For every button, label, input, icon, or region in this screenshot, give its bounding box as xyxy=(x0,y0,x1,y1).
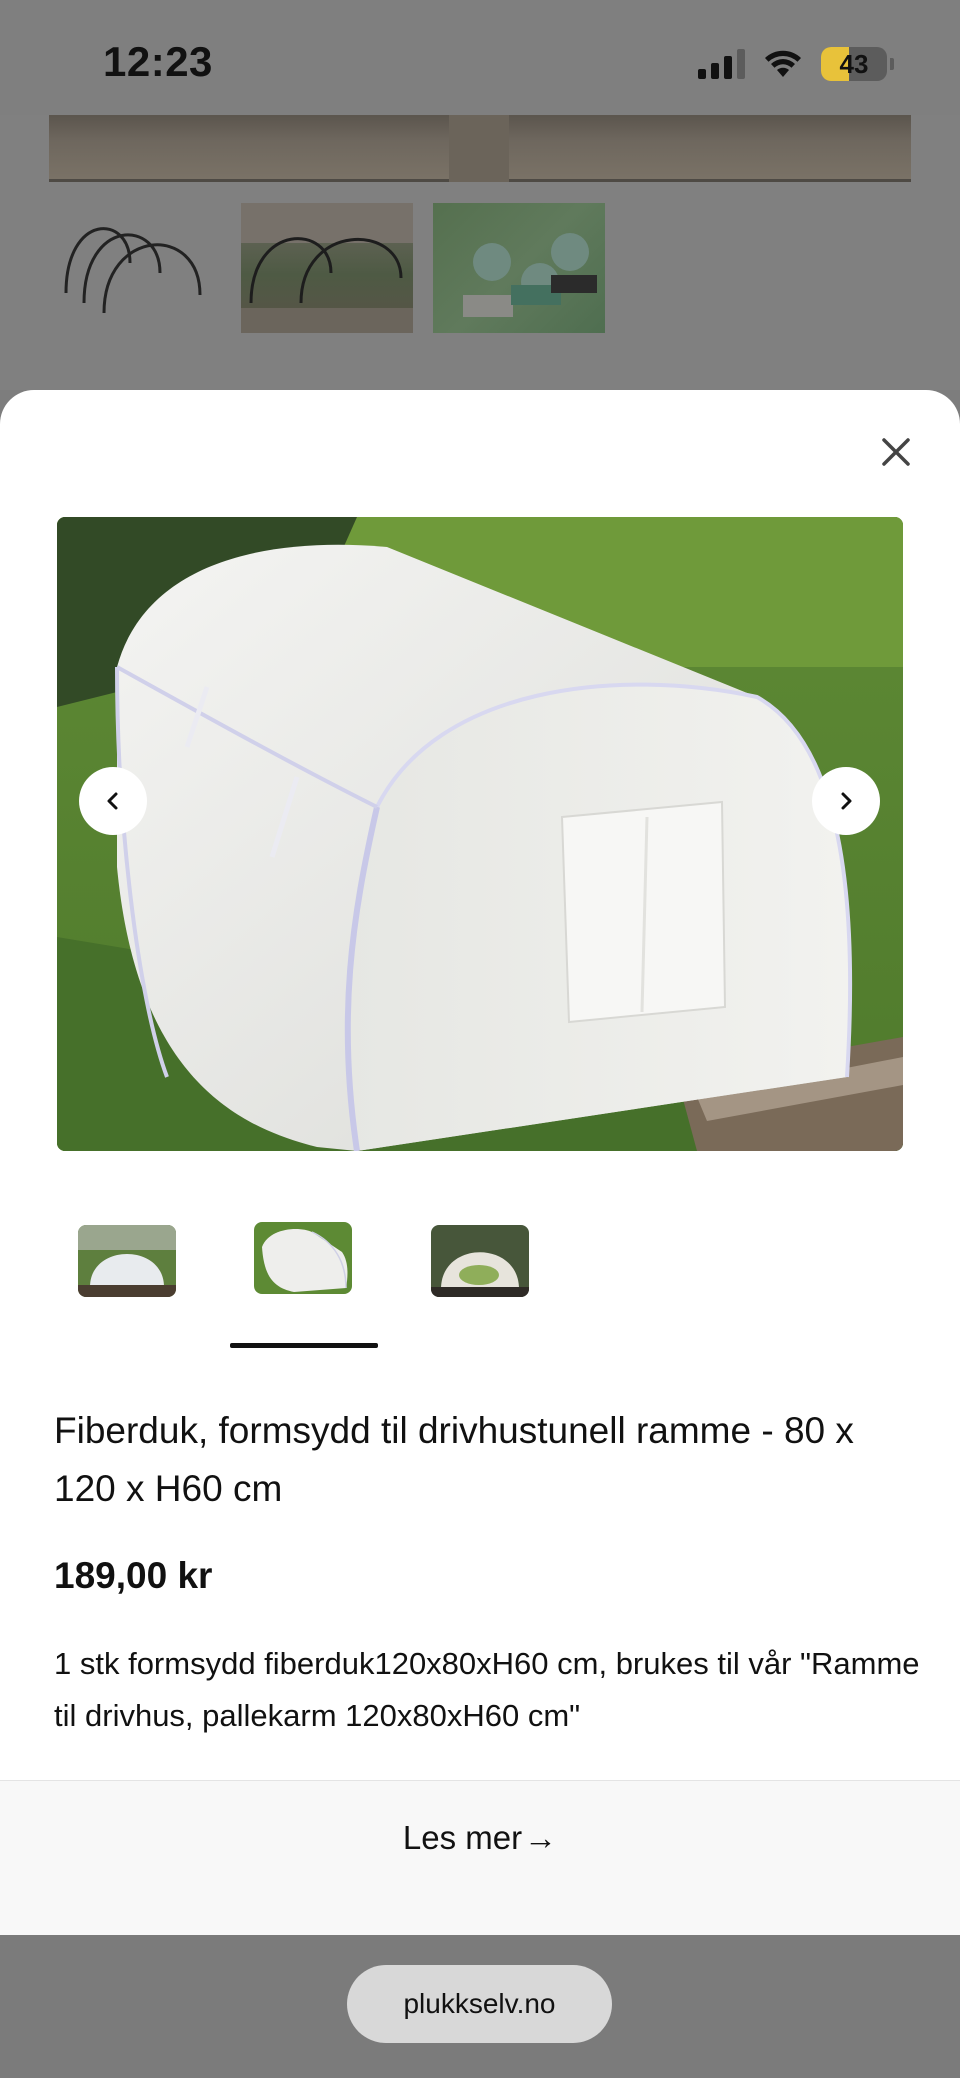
address-bar[interactable]: plukkselv.no xyxy=(347,1965,612,2043)
product-main-image xyxy=(57,517,903,1151)
selected-thumbnail-indicator xyxy=(230,1343,378,1348)
product-description: 1 stk formsydd fiberduk120x80xH60 cm, br… xyxy=(54,1646,920,1733)
status-time: 12:23 xyxy=(103,38,213,85)
close-icon xyxy=(882,438,910,466)
browser-bottom-bar: plukkselv.no xyxy=(0,1935,960,2078)
chevron-left-icon xyxy=(107,792,118,810)
read-more-link[interactable]: Les mer→ xyxy=(0,1819,960,1857)
arrow-right-icon: → xyxy=(524,1819,558,1856)
carousel-next-button[interactable] xyxy=(812,767,880,835)
fabric-colors-image xyxy=(433,203,605,333)
status-icons: 43 xyxy=(698,44,894,84)
read-more-bar: Les mer→ xyxy=(0,1780,960,1935)
product-title: Fiberduk, formsydd til drivhustunell ram… xyxy=(54,1410,854,1509)
status-bar: 12:23 43 xyxy=(0,0,960,115)
chevron-right-icon xyxy=(841,792,852,810)
garden-bed-image xyxy=(49,115,911,182)
battery-level: 43 xyxy=(839,48,869,79)
battery-icon: 43 xyxy=(821,47,887,81)
wifi-icon xyxy=(765,50,801,77)
read-more-label: Les mer xyxy=(402,1819,523,1856)
background-page xyxy=(0,115,960,390)
carousel-thumbnails xyxy=(0,1222,960,1342)
raised-bed-image xyxy=(241,203,413,333)
product-modal: Fiberduk, formsydd til drivhustunell ram… xyxy=(0,390,960,1935)
carousel-prev-button[interactable] xyxy=(79,767,147,835)
cellular-signal-icon xyxy=(698,49,745,79)
tunnel-front-image[interactable] xyxy=(78,1225,176,1297)
hoop-frame-image xyxy=(60,203,206,333)
close-button[interactable] xyxy=(874,430,918,474)
tunnel-plants-image[interactable] xyxy=(431,1225,529,1297)
product-price: 189,00 kr xyxy=(54,1555,213,1596)
tunnel-side-image[interactable] xyxy=(254,1222,352,1294)
